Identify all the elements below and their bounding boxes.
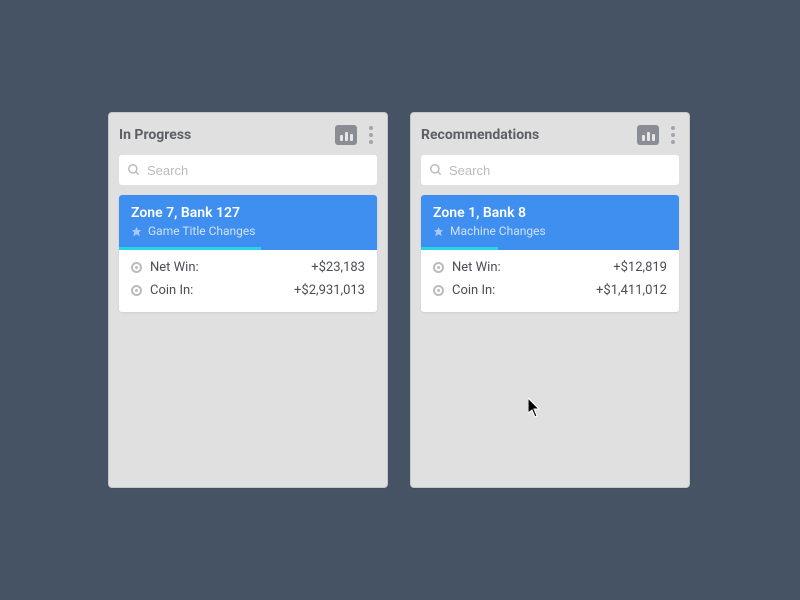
search-field[interactable] [421,155,679,185]
search-icon [127,163,141,177]
metric-value: +$2,931,013 [294,283,365,298]
column-title: Recommendations [421,127,539,143]
column-title: In Progress [119,127,191,143]
card-progress-done [421,247,498,250]
metric-label: Net Win: [452,260,501,275]
search-icon [429,163,443,177]
column-actions [335,124,377,146]
card-title: Zone 1, Bank 8 [433,205,667,221]
search-field[interactable] [119,155,377,185]
bullet-icon [131,285,142,296]
metric-row: Net Win: +$23,183 [131,256,365,279]
column-header: Recommendations [421,123,679,147]
metric-label: Net Win: [150,260,199,275]
card-header: Zone 1, Bank 8 Machine Changes [421,195,679,247]
card-body: Net Win: +$23,183 Coin In: +$2,931,013 [119,250,377,312]
metric-value: +$1,411,012 [596,283,667,298]
card-header: Zone 7, Bank 127 Game Title Changes [119,195,377,247]
card-subtitle: Machine Changes [450,224,546,238]
column-in-progress: In Progress Zone 7, Bank 127 Game Title … [108,112,388,488]
more-icon-button[interactable] [365,124,377,146]
metric-label: Coin In: [452,283,495,298]
column-recommendations: Recommendations Zone 1, Bank 8 Machine C… [410,112,690,488]
metric-label: Coin In: [150,283,193,298]
more-icon-button[interactable] [667,124,679,146]
card[interactable]: Zone 1, Bank 8 Machine Changes Net Win: … [421,195,679,312]
star-icon [131,226,142,237]
bullet-icon [433,262,444,273]
metric-row: Net Win: +$12,819 [433,256,667,279]
metric-value: +$23,183 [311,260,365,275]
metric-row: Coin In: +$1,411,012 [433,279,667,302]
chart-icon-button[interactable] [335,125,357,145]
card[interactable]: Zone 7, Bank 127 Game Title Changes Net … [119,195,377,312]
search-input[interactable] [449,163,671,178]
search-input[interactable] [147,163,369,178]
card-subtitle: Game Title Changes [148,224,255,238]
column-actions [637,124,679,146]
bullet-icon [131,262,142,273]
column-header: In Progress [119,123,377,147]
chart-icon-button[interactable] [637,125,659,145]
card-subtitle-row: Game Title Changes [131,224,365,238]
card-subtitle-row: Machine Changes [433,224,667,238]
card-body: Net Win: +$12,819 Coin In: +$1,411,012 [421,250,679,312]
star-icon [433,226,444,237]
card-progress-done [119,247,261,250]
board: In Progress Zone 7, Bank 127 Game Title … [108,112,690,488]
metric-value: +$12,819 [613,260,667,275]
metric-row: Coin In: +$2,931,013 [131,279,365,302]
bullet-icon [433,285,444,296]
card-title: Zone 7, Bank 127 [131,205,365,221]
